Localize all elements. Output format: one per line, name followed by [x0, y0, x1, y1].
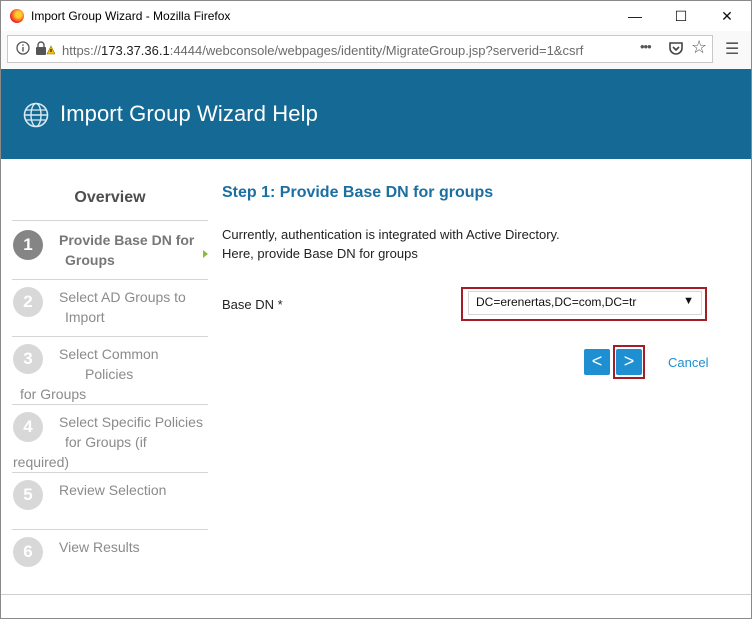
url-text: https://173.37.36.1:4444/webconsole/webp…: [62, 43, 638, 58]
step-6-badge: 6: [13, 537, 43, 567]
description-line1: Currently, authentication is integrated …: [222, 227, 560, 242]
step-1-label-line2[interactable]: Groups: [65, 250, 115, 270]
page-title: Import Group Wizard Help: [60, 101, 318, 126]
step-3-label-line1[interactable]: Select Common: [59, 344, 159, 364]
sidebar-divider: [12, 336, 208, 337]
base-dn-selected-value: DC=erenertas,DC=com,DC=tr: [476, 295, 637, 309]
step-2-label-line1[interactable]: Select AD Groups to: [59, 287, 186, 307]
sidebar-divider: [12, 472, 208, 473]
insecure-lock-icon[interactable]: [35, 41, 56, 60]
base-dn-label: Base DN *: [222, 297, 283, 312]
step-title: Step 1: Provide Base DN for groups: [222, 184, 494, 201]
globe-icon: [23, 102, 49, 128]
step-6-label[interactable]: View Results: [59, 537, 140, 557]
url-host: 173.37.36.1: [101, 43, 170, 58]
sidebar-divider: [12, 279, 208, 280]
open-menu-icon[interactable]: ☰: [725, 39, 739, 59]
close-button[interactable]: ✕: [704, 1, 750, 31]
sidebar-divider: [12, 404, 208, 405]
browser-window: Import Group Wizard - Mozilla Firefox — …: [0, 0, 752, 619]
step-1-label-line1[interactable]: Provide Base DN for: [59, 230, 194, 250]
step-1-badge: 1: [13, 230, 43, 260]
url-path: :4444/webconsole/webpages/identity/Migra…: [169, 43, 584, 58]
title-bar: Import Group Wizard - Mozilla Firefox — …: [1, 1, 751, 31]
step-2-badge: 2: [13, 287, 43, 317]
description: Currently, authentication is integrated …: [222, 225, 560, 263]
cancel-link[interactable]: Cancel: [668, 355, 708, 370]
navigation-toolbar: https://173.37.36.1:4444/webconsole/webp…: [1, 31, 751, 69]
step-4-label-line3[interactable]: required): [13, 452, 69, 472]
minimize-button[interactable]: —: [612, 1, 658, 31]
back-button[interactable]: <: [584, 349, 610, 375]
pocket-icon[interactable]: [668, 40, 684, 59]
sidebar-divider: [12, 529, 208, 530]
step-4-badge: 4: [13, 412, 43, 442]
step-4-label-line1[interactable]: Select Specific Policies: [59, 412, 203, 432]
step-4-label-line2[interactable]: for Groups (if: [65, 432, 147, 452]
overview-heading: Overview: [74, 189, 146, 206]
step-2-label-line2[interactable]: Import: [65, 307, 105, 327]
dropdown-arrow-icon: ▼: [683, 295, 694, 307]
page-actions-icon[interactable]: •••: [640, 39, 652, 54]
info-icon[interactable]: [16, 41, 30, 58]
bookmark-star-icon[interactable]: ☆: [691, 37, 707, 58]
active-step-arrow-icon: [203, 250, 208, 258]
sidebar-divider: [12, 220, 208, 221]
description-line2: Here, provide Base DN for groups: [222, 246, 418, 261]
step-3-label-line2[interactable]: Policies: [85, 364, 133, 384]
help-header-banner: Import Group Wizard Help: [1, 69, 751, 159]
window-title: Import Group Wizard - Mozilla Firefox: [31, 9, 231, 23]
step-5-label[interactable]: Review Selection: [59, 480, 166, 500]
base-dn-select[interactable]: DC=erenertas,DC=com,DC=tr ▼: [468, 291, 702, 315]
address-bar[interactable]: https://173.37.36.1:4444/webconsole/webp…: [7, 35, 713, 63]
step-3-label-line3[interactable]: for Groups: [20, 384, 86, 404]
maximize-button[interactable]: ☐: [658, 1, 704, 31]
step-5-badge: 5: [13, 480, 43, 510]
url-prefix: https://: [62, 43, 102, 58]
step-3-badge: 3: [13, 344, 43, 374]
next-button[interactable]: >: [616, 349, 642, 375]
firefox-logo-icon: [10, 9, 24, 23]
footer-divider: [1, 594, 751, 595]
